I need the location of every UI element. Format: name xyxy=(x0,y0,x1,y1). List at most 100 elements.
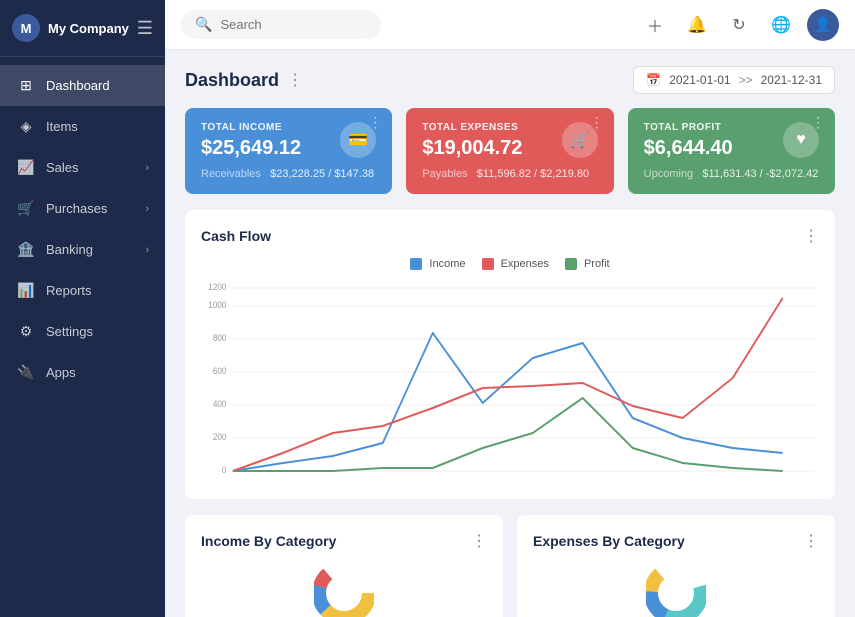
date-end: 2021-12-31 xyxy=(761,73,822,87)
sidebar-item-settings[interactable]: ⚙ Settings xyxy=(0,311,165,352)
profit-legend: Profit xyxy=(565,258,610,270)
search-icon: 🔍 xyxy=(195,16,212,33)
chevron-right-icon: › xyxy=(145,244,149,256)
company-name: My Company xyxy=(48,21,137,36)
settings-icon: ⚙ xyxy=(16,323,36,340)
cashflow-chart: 0 200 400 600 800 1000 1200 Jan 2021 Feb… xyxy=(201,278,819,478)
search-input[interactable] xyxy=(220,17,350,32)
income-category-header: Income By Category ⋮ xyxy=(201,531,487,551)
sidebar-item-label: Purchases xyxy=(46,201,107,216)
date-arrow: >> xyxy=(739,73,753,87)
receivables-label: Receivables xyxy=(201,168,261,180)
profit-card: ⋮ ♥ TOTAL PROFIT $6,644.40 Upcoming $11,… xyxy=(628,108,835,194)
expenses-chart-placeholder xyxy=(533,563,819,617)
income-sub: Receivables $23,228.25 / $147.38 xyxy=(201,168,376,180)
sidebar-item-label: Items xyxy=(46,119,78,134)
svg-text:600: 600 xyxy=(213,366,227,376)
content-area: Dashboard ⋮ 📅 2021-01-01 >> 2021-12-31 ⋮… xyxy=(165,50,855,617)
sidebar: M My Company ☰ ⊞ Dashboard ◈ Items 📈 Sal… xyxy=(0,0,165,617)
sidebar-item-apps[interactable]: 🔌 Apps xyxy=(0,352,165,393)
sidebar-item-reports[interactable]: 📊 Reports xyxy=(0,270,165,311)
globe-icon[interactable]: 🌐 xyxy=(765,9,797,41)
refresh-icon[interactable]: ↻ xyxy=(723,9,755,41)
expenses-legend: Expenses xyxy=(482,258,549,270)
svg-text:200: 200 xyxy=(213,432,227,442)
date-range-picker[interactable]: 📅 2021-01-01 >> 2021-12-31 xyxy=(633,66,835,94)
payables-value: $11,596.82 / $2,219.80 xyxy=(477,168,589,180)
profit-legend-dot xyxy=(565,258,577,270)
sidebar-item-label: Banking xyxy=(46,242,93,257)
sidebar-item-dashboard[interactable]: ⊞ Dashboard xyxy=(0,65,165,106)
sidebar-item-label: Dashboard xyxy=(46,78,110,93)
banking-icon: 🏦 xyxy=(16,241,36,258)
sidebar-item-label: Reports xyxy=(46,283,92,298)
svg-text:1200: 1200 xyxy=(208,282,226,292)
income-chart-placeholder xyxy=(201,563,487,617)
topbar: 🔍 ＋ 🔔 ↻ 🌐 👤 xyxy=(165,0,855,50)
expenses-label: TOTAL EXPENSES xyxy=(422,122,597,133)
sidebar-item-banking[interactable]: 🏦 Banking › xyxy=(0,229,165,270)
svg-text:800: 800 xyxy=(213,333,227,343)
page-title: Dashboard xyxy=(185,70,279,91)
chart-legend: Income Expenses Profit xyxy=(201,258,819,270)
hamburger-icon[interactable]: ☰ xyxy=(137,18,153,39)
dashboard-icon: ⊞ xyxy=(16,77,36,94)
expenses-legend-dot xyxy=(482,258,494,270)
receivables-value: $23,228.25 / $147.38 xyxy=(270,168,374,180)
bottom-panels: Income By Category ⋮ Expenses By Categor… xyxy=(185,515,835,617)
sidebar-item-label: Sales xyxy=(46,160,79,175)
chevron-right-icon: › xyxy=(145,203,149,215)
income-card: ⋮ 💳 TOTAL INCOME $25,649.12 Receivables … xyxy=(185,108,392,194)
upcoming-label: Upcoming xyxy=(644,168,694,180)
apps-icon: 🔌 xyxy=(16,364,36,381)
expenses-by-category-panel: Expenses By Category ⋮ xyxy=(517,515,835,617)
main-area: 🔍 ＋ 🔔 ↻ 🌐 👤 Dashboard ⋮ 📅 2021-01-01 >> … xyxy=(165,0,855,617)
purchases-icon: 🛒 xyxy=(16,200,36,217)
reports-icon: 📊 xyxy=(16,282,36,299)
svg-text:1000: 1000 xyxy=(208,300,226,310)
income-label: TOTAL INCOME xyxy=(201,122,376,133)
items-icon: ◈ xyxy=(16,118,36,135)
sidebar-header: M My Company ☰ xyxy=(0,0,165,57)
upcoming-value: $11,631.43 / -$2,072.42 xyxy=(702,168,818,180)
sidebar-nav: ⊞ Dashboard ◈ Items 📈 Sales › 🛒 Purchase… xyxy=(0,57,165,617)
expenses-category-menu-icon[interactable]: ⋮ xyxy=(803,531,819,551)
income-legend-dot xyxy=(410,258,422,270)
company-logo: M xyxy=(12,14,40,42)
income-category-menu-icon[interactable]: ⋮ xyxy=(471,531,487,551)
profit-sub: Upcoming $11,631.43 / -$2,072.42 xyxy=(644,168,819,180)
svg-text:0: 0 xyxy=(222,465,227,475)
cashflow-menu-icon[interactable]: ⋮ xyxy=(803,226,819,246)
income-pie-chart xyxy=(314,563,374,617)
expenses-sub: Payables $11,596.82 / $2,219.80 xyxy=(422,168,597,180)
income-by-category-panel: Income By Category ⋮ xyxy=(185,515,503,617)
cashflow-title: Cash Flow xyxy=(201,228,803,244)
expenses-pie-chart xyxy=(646,563,706,617)
date-start: 2021-01-01 xyxy=(669,73,730,87)
summary-cards: ⋮ 💳 TOTAL INCOME $25,649.12 Receivables … xyxy=(185,108,835,194)
chevron-right-icon: › xyxy=(145,162,149,174)
income-category-title: Income By Category xyxy=(201,533,471,549)
expenses-card: ⋮ 🛒 TOTAL EXPENSES $19,004.72 Payables $… xyxy=(406,108,613,194)
expenses-category-header: Expenses By Category ⋮ xyxy=(533,531,819,551)
cashflow-header: Cash Flow ⋮ xyxy=(201,226,819,246)
search-box[interactable]: 🔍 xyxy=(181,10,381,39)
cashflow-panel: Cash Flow ⋮ Income Expenses Profit xyxy=(185,210,835,499)
income-legend-label: Income xyxy=(429,258,465,270)
sales-icon: 📈 xyxy=(16,159,36,176)
dashboard-menu-icon[interactable]: ⋮ xyxy=(287,70,303,90)
notifications-icon[interactable]: 🔔 xyxy=(681,9,713,41)
profit-label: TOTAL PROFIT xyxy=(644,122,819,133)
add-button[interactable]: ＋ xyxy=(639,9,671,41)
profit-legend-label: Profit xyxy=(584,258,610,270)
sidebar-item-sales[interactable]: 📈 Sales › xyxy=(0,147,165,188)
sidebar-item-purchases[interactable]: 🛒 Purchases › xyxy=(0,188,165,229)
dashboard-header: Dashboard ⋮ 📅 2021-01-01 >> 2021-12-31 xyxy=(185,66,835,94)
avatar[interactable]: 👤 xyxy=(807,9,839,41)
sidebar-item-label: Apps xyxy=(46,365,76,380)
calendar-icon: 📅 xyxy=(646,73,661,87)
sidebar-item-items[interactable]: ◈ Items xyxy=(0,106,165,147)
income-legend: Income xyxy=(410,258,465,270)
expenses-legend-label: Expenses xyxy=(501,258,549,270)
expenses-category-title: Expenses By Category xyxy=(533,533,803,549)
